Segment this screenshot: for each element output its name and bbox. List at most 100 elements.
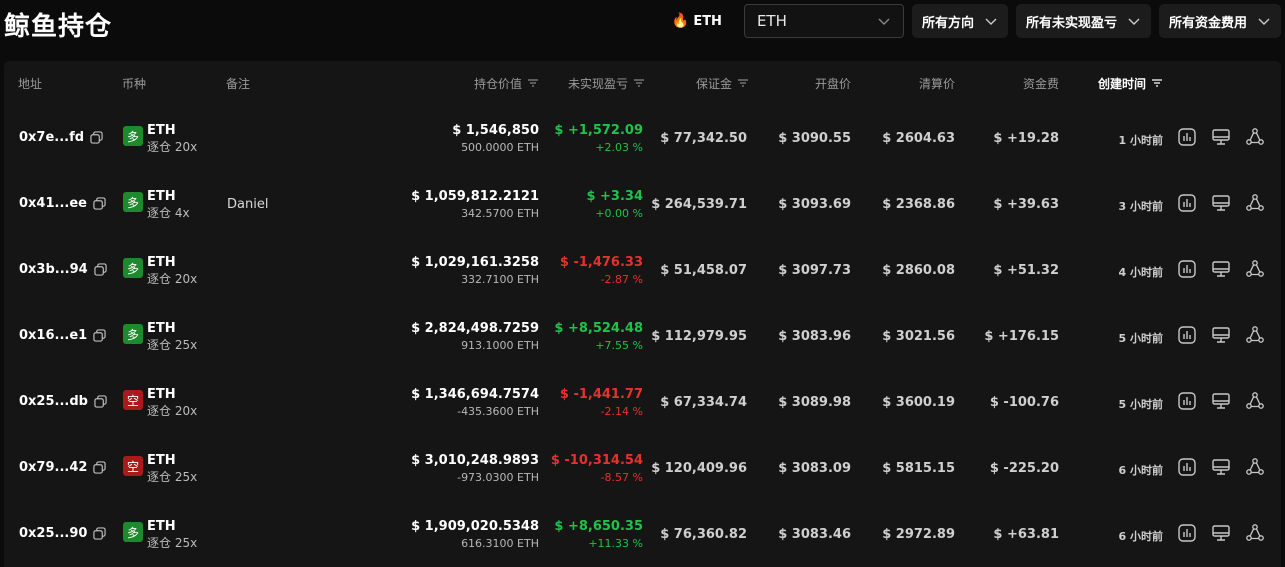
copy-icon[interactable]: [93, 197, 106, 210]
copy-icon[interactable]: [94, 395, 107, 408]
table-row[interactable]: 0x7e...fd 多 ETH 逐仓 20x $ 1,546,850 500.0…: [4, 105, 1281, 171]
pnl-cell: $ -1,441.77 -2.14 %: [560, 386, 643, 420]
coin-name: ETH: [147, 387, 176, 402]
address-text: 0x16...e1: [19, 328, 88, 343]
margin-cell: $ 120,409.96: [651, 461, 747, 476]
chart-icon[interactable]: [1177, 193, 1197, 213]
table-body: 0x7e...fd 多 ETH 逐仓 20x $ 1,546,850 500.0…: [4, 105, 1281, 567]
sort-icon: [634, 79, 644, 87]
created-time: 6 小时前: [1118, 530, 1163, 543]
address-text: 0x25...db: [19, 394, 88, 409]
coin-select[interactable]: ETH: [743, 4, 904, 38]
created-time: 5 小时前: [1118, 332, 1163, 345]
chart-icon[interactable]: [1177, 259, 1197, 279]
share-nodes-icon[interactable]: [1245, 325, 1265, 345]
monitor-icon[interactable]: [1211, 523, 1231, 543]
share-nodes-icon[interactable]: [1245, 127, 1265, 147]
open-price-cell: $ 3083.09: [778, 461, 851, 476]
chevron-down-icon: [1128, 18, 1140, 25]
header-value[interactable]: 持仓价值: [474, 75, 539, 92]
header-coin: 币种: [122, 76, 147, 91]
copy-icon[interactable]: [94, 263, 107, 276]
address-cell[interactable]: 0x16...e1: [19, 328, 106, 343]
address-cell[interactable]: 0x7e...fd: [19, 130, 103, 145]
coin-cell: 空 ETH 逐仓 25x: [123, 453, 197, 485]
coin-select-value: ETH: [756, 12, 787, 30]
address-cell[interactable]: 0x25...db: [19, 394, 107, 409]
share-nodes-icon[interactable]: [1245, 259, 1265, 279]
row-actions: [1177, 391, 1265, 411]
monitor-icon[interactable]: [1211, 325, 1231, 345]
address-text: 0x41...ee: [19, 196, 87, 211]
chart-icon[interactable]: [1177, 127, 1197, 147]
pnl-filter[interactable]: 所有未实现盈亏: [1015, 4, 1151, 38]
liq-price-cell: $ 2604.63: [882, 131, 955, 146]
side-badge: 多: [123, 258, 143, 278]
side-badge: 空: [123, 456, 143, 476]
share-nodes-icon[interactable]: [1245, 523, 1265, 543]
direction-filter[interactable]: 所有方向: [911, 4, 1008, 38]
liq-price-cell: $ 3600.19: [882, 395, 955, 410]
value-cell: $ 1,909,020.5348 616.3100 ETH: [411, 518, 539, 552]
value-cell: $ 1,029,161.3258 332.7100 ETH: [411, 254, 539, 288]
share-nodes-icon[interactable]: [1245, 391, 1265, 411]
share-nodes-icon[interactable]: [1245, 193, 1265, 213]
value-cell: $ 2,824,498.7259 913.1000 ETH: [411, 320, 539, 354]
margin-cell: $ 67,334.74: [660, 395, 747, 410]
monitor-icon[interactable]: [1211, 127, 1231, 147]
address-cell[interactable]: 0x41...ee: [19, 196, 106, 211]
coin-tag: 🔥 ETH: [672, 13, 722, 29]
position-value: $ 1,059,812.2121: [411, 189, 539, 204]
side-badge: 空: [123, 390, 143, 410]
chart-icon[interactable]: [1177, 457, 1197, 477]
chart-icon[interactable]: [1177, 391, 1197, 411]
margin-cell: $ 112,979.95: [651, 329, 747, 344]
coin-name: ETH: [147, 123, 176, 138]
table-row[interactable]: 0x41...ee 多 ETH 逐仓 4x Daniel $ 1,059,812…: [4, 171, 1281, 237]
monitor-icon[interactable]: [1211, 259, 1231, 279]
table-row[interactable]: 0x3b...94 多 ETH 逐仓 20x $ 1,029,161.3258 …: [4, 237, 1281, 303]
leverage-label: 逐仓 25x: [147, 338, 198, 352]
copy-icon[interactable]: [93, 329, 106, 342]
sort-icon: [738, 79, 748, 87]
margin-cell: $ 264,539.71: [651, 197, 747, 212]
position-value: $ 1,346,694.7574: [411, 387, 539, 402]
header-margin[interactable]: 保证金: [696, 75, 749, 92]
table-row[interactable]: 0x16...e1 多 ETH 逐仓 25x $ 2,824,498.7259 …: [4, 303, 1281, 369]
created-time: 6 小时前: [1118, 464, 1163, 477]
copy-icon[interactable]: [93, 461, 107, 474]
chart-icon[interactable]: [1177, 325, 1197, 345]
margin-cell: $ 76,360.82: [660, 527, 747, 542]
address-cell[interactable]: 0x79...42: [19, 460, 107, 475]
table-row[interactable]: 0x25...90 多 ETH 逐仓 25x $ 1,909,020.5348 …: [4, 501, 1281, 567]
coin-name: ETH: [147, 453, 176, 468]
position-size: 616.3100 ETH: [461, 537, 539, 550]
pnl-cell: $ -10,314.54 -8.57 %: [551, 452, 643, 486]
position-value: $ 1,546,850: [452, 123, 539, 138]
funding-filter[interactable]: 所有资金费用: [1158, 4, 1281, 38]
value-cell: $ 1,346,694.7574 -435.3600 ETH: [411, 386, 539, 420]
pnl-percent: +11.33 %: [588, 537, 643, 550]
monitor-icon[interactable]: [1211, 391, 1231, 411]
table-row[interactable]: 0x25...db 空 ETH 逐仓 20x $ 1,346,694.7574 …: [4, 369, 1281, 435]
header-created[interactable]: 创建时间: [1098, 75, 1163, 92]
coin-name: ETH: [147, 321, 176, 336]
address-cell[interactable]: 0x3b...94: [19, 262, 107, 277]
liq-price-cell: $ 2368.86: [882, 197, 955, 212]
position-size: -435.3600 ETH: [457, 405, 539, 418]
margin-cell: $ 51,458.07: [660, 263, 747, 278]
pnl-percent: +0.00 %: [595, 207, 643, 220]
monitor-icon[interactable]: [1211, 457, 1231, 477]
coin-name: ETH: [147, 255, 176, 270]
header-pnl[interactable]: 未实现盈亏: [568, 75, 645, 92]
address-cell[interactable]: 0x25...90: [19, 526, 107, 541]
share-nodes-icon[interactable]: [1245, 457, 1265, 477]
copy-icon[interactable]: [93, 527, 107, 540]
pnl-percent: -2.87 %: [600, 273, 643, 286]
copy-icon[interactable]: [90, 131, 103, 144]
liq-price-cell: $ 2972.89: [882, 527, 955, 542]
table-row[interactable]: 0x79...42 空 ETH 逐仓 25x $ 3,010,248.9893 …: [4, 435, 1281, 501]
chart-icon[interactable]: [1177, 523, 1197, 543]
positions-table: 地址 币种 备注 持仓价值 未实现盈亏 保证金 开盘价 清算价 资金费 创建时间…: [4, 61, 1281, 567]
monitor-icon[interactable]: [1211, 193, 1231, 213]
